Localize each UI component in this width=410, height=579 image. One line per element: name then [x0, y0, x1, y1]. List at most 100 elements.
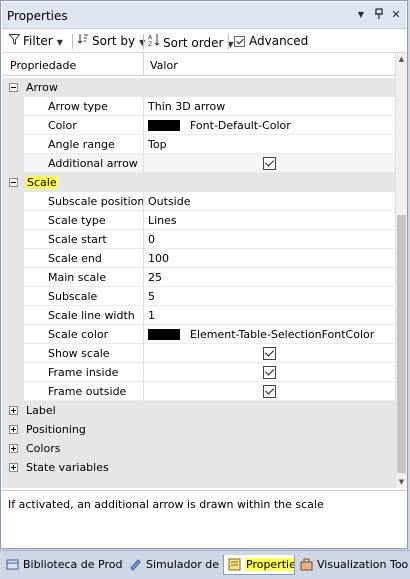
sort-by-button[interactable]: Sort by▼ [77, 33, 145, 49]
property-row-scale-type[interactable]: Scale type Lines [2, 211, 395, 230]
scroll-up-icon[interactable]: ▲ [396, 53, 407, 65]
category-label-text: Label [26, 404, 56, 417]
property-label: Scale color [48, 328, 109, 341]
property-row-scale-color[interactable]: Scale color Element-Table-SelectionFontC… [2, 325, 395, 344]
tab-simulator[interactable]: Simulador de ... [125, 555, 222, 575]
property-grid: Propriedade Valor Arrow Arrow type Thin … [2, 53, 395, 488]
sort-order-button[interactable]: AZ Sort order ▼ [148, 33, 234, 51]
property-label: Scale end [48, 252, 102, 265]
tab-library[interactable]: Biblioteca de Prod... [2, 555, 123, 575]
property-value[interactable]: Outside [148, 195, 190, 208]
property-label: Subscale [48, 290, 98, 303]
property-row-color[interactable]: Color Font-Default-Color [2, 116, 395, 135]
property-value[interactable]: Font-Default-Color [148, 119, 291, 132]
category-label-text: Colors [26, 442, 61, 455]
collapse-icon[interactable] [9, 178, 18, 187]
filter-label: Filter [23, 34, 53, 48]
category-label[interactable]: Label [2, 401, 395, 420]
column-header-property[interactable]: Propriedade [10, 59, 76, 72]
expand-icon[interactable] [9, 425, 18, 434]
property-label: Color [48, 119, 77, 132]
tab-properties[interactable]: Properties [223, 555, 295, 575]
vertical-scrollbar[interactable]: ▲ ▼ [395, 53, 407, 488]
properties-panel: Properties ▼ ✕ Filter▼ Sort by▼ AZ Sort … [0, 0, 408, 549]
scroll-thumb[interactable] [397, 215, 406, 473]
svg-text:A: A [148, 34, 153, 41]
sort-order-label: Sort order [163, 36, 224, 50]
category-label-text: Positioning [26, 423, 86, 436]
column-divider[interactable] [143, 53, 144, 75]
toolbar-separator [143, 34, 144, 49]
advanced-checkbox[interactable] [234, 36, 245, 47]
column-header-value[interactable]: Valor [150, 59, 178, 72]
properties-toolbar: Filter▼ Sort by▼ AZ Sort order▼ Advanced [2, 29, 406, 53]
toolbar-separator [228, 34, 229, 49]
property-value[interactable]: 100 [148, 252, 169, 265]
property-value[interactable]: 0 [148, 233, 155, 246]
description-pane: If activated, an additional arrow is dra… [2, 490, 406, 548]
sort-order-icon: AZ [148, 33, 160, 51]
expand-icon[interactable] [9, 463, 18, 472]
property-row-angle-range[interactable]: Angle range Top [2, 135, 395, 154]
property-label: Frame inside [48, 366, 119, 379]
category-label-text: State variables [26, 461, 109, 474]
property-row-scale-end[interactable]: Scale end 100 [2, 249, 395, 268]
color-value: Font-Default-Color [190, 119, 291, 132]
property-label: Additional arrow [48, 157, 138, 170]
dropdown-icon[interactable]: ▼ [354, 10, 368, 19]
simulator-icon [129, 558, 142, 571]
property-row-scale-start[interactable]: Scale start 0 [2, 230, 395, 249]
property-row-subscale[interactable]: Subscale 5 [2, 287, 395, 306]
property-label: Angle range [48, 138, 115, 151]
property-row-arrow-type[interactable]: Arrow type Thin 3D arrow [2, 97, 395, 116]
category-colors[interactable]: Colors [2, 439, 395, 458]
bottom-tab-bar: Biblioteca de Prod... Simulador de ... P… [0, 550, 410, 579]
color-swatch [148, 329, 180, 340]
property-row-subscale-position[interactable]: Subscale position Outside [2, 192, 395, 211]
show-scale-checkbox[interactable] [263, 347, 276, 360]
filter-button[interactable]: Filter ▼ [7, 33, 63, 49]
category-scale[interactable]: Scale [2, 173, 395, 192]
panel-titlebar: Properties ▼ ✕ [2, 2, 406, 29]
property-label: Frame outside [48, 385, 127, 398]
color-value: Element-Table-SelectionFontColor [190, 328, 375, 341]
category-label: Scale [26, 176, 58, 189]
property-label: Show scale [48, 347, 110, 360]
category-positioning[interactable]: Positioning [2, 420, 395, 439]
property-label: Subscale position [48, 195, 145, 208]
tab-visualization-toolbox[interactable]: Visualization Tool... [296, 555, 408, 575]
property-value[interactable]: Element-Table-SelectionFontColor [148, 328, 374, 341]
pin-icon[interactable] [372, 8, 386, 23]
frame-outside-checkbox[interactable] [263, 385, 276, 398]
property-value[interactable]: Lines [148, 214, 177, 227]
property-value[interactable]: Top [148, 138, 167, 151]
frame-inside-checkbox[interactable] [263, 366, 276, 379]
property-label: Scale start [48, 233, 107, 246]
category-arrow[interactable]: Arrow [2, 78, 395, 97]
grid-header: Propriedade Valor [2, 53, 395, 76]
highlight: Scale [26, 176, 58, 189]
collapse-icon[interactable] [9, 83, 18, 92]
description-text: If activated, an additional arrow is dra… [8, 498, 324, 511]
property-value[interactable]: 1 [148, 309, 155, 322]
property-row-additional-arrow[interactable]: Additional arrow [2, 154, 395, 173]
advanced-toggle[interactable]: Advanced [234, 33, 308, 49]
property-row-frame-inside[interactable]: Frame inside [2, 363, 395, 382]
property-row-main-scale[interactable]: Main scale 25 [2, 268, 395, 287]
property-value[interactable]: 25 [148, 271, 162, 284]
additional-arrow-checkbox[interactable] [263, 157, 276, 170]
property-value[interactable]: Thin 3D arrow [148, 100, 225, 113]
grid-filler [2, 477, 395, 488]
category-state-variables[interactable]: State variables [2, 458, 395, 477]
filter-icon [7, 33, 21, 49]
property-row-frame-outside[interactable]: Frame outside [2, 382, 395, 401]
color-swatch [148, 120, 180, 131]
scroll-down-icon[interactable]: ▼ [396, 476, 407, 488]
property-value[interactable]: 5 [148, 290, 155, 303]
expand-icon[interactable] [9, 406, 18, 415]
close-icon[interactable]: ✕ [389, 8, 403, 21]
properties-icon [228, 558, 241, 571]
property-row-scale-line-width[interactable]: Scale line width 1 [2, 306, 395, 325]
expand-icon[interactable] [9, 444, 18, 453]
property-row-show-scale[interactable]: Show scale [2, 344, 395, 363]
